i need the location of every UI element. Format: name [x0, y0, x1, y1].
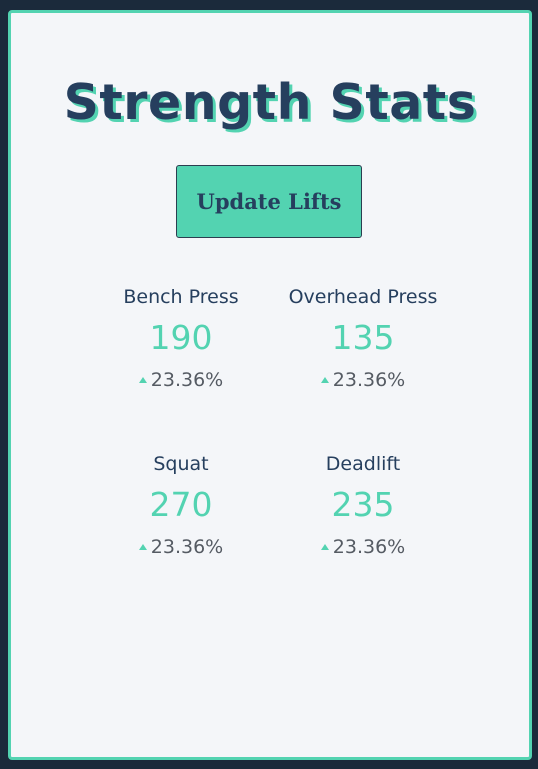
stat-value: 270	[149, 485, 213, 524]
stat-change: 23.36%	[96, 368, 266, 392]
stat-change-text: 23.36%	[150, 369, 224, 391]
arrow-up-icon	[138, 377, 147, 383]
stat-change-text: 23.36%	[150, 536, 224, 558]
stat-value: 235	[331, 485, 395, 524]
stat-change: 23.36%	[278, 535, 448, 559]
stat-change-text: 23.36%	[332, 536, 406, 558]
stat-overhead-press: Overhead Press 135 23.36%	[278, 285, 448, 392]
stat-change-text: 23.36%	[332, 369, 406, 391]
stat-value: 190	[149, 318, 213, 357]
update-lifts-button[interactable]: Update Lifts	[176, 165, 362, 238]
stats-card: Strength Stats Update Lifts Bench Press …	[8, 10, 532, 760]
stat-squat: Squat 270 23.36%	[96, 452, 266, 559]
stat-label: Deadlift	[325, 453, 401, 475]
stat-change: 23.36%	[96, 535, 266, 559]
stat-value: 135	[331, 318, 395, 357]
arrow-up-icon	[320, 377, 329, 383]
stat-label: Bench Press	[123, 286, 239, 308]
arrow-up-icon	[138, 544, 147, 550]
stat-label: Overhead Press	[288, 286, 438, 308]
stat-label: Squat	[153, 453, 209, 475]
stat-bench-press: Bench Press 190 23.36%	[96, 285, 266, 392]
page-title: Strength Stats	[63, 74, 477, 131]
stat-deadlift: Deadlift 235 23.36%	[278, 452, 448, 559]
arrow-up-icon	[320, 544, 329, 550]
stat-change: 23.36%	[278, 368, 448, 392]
